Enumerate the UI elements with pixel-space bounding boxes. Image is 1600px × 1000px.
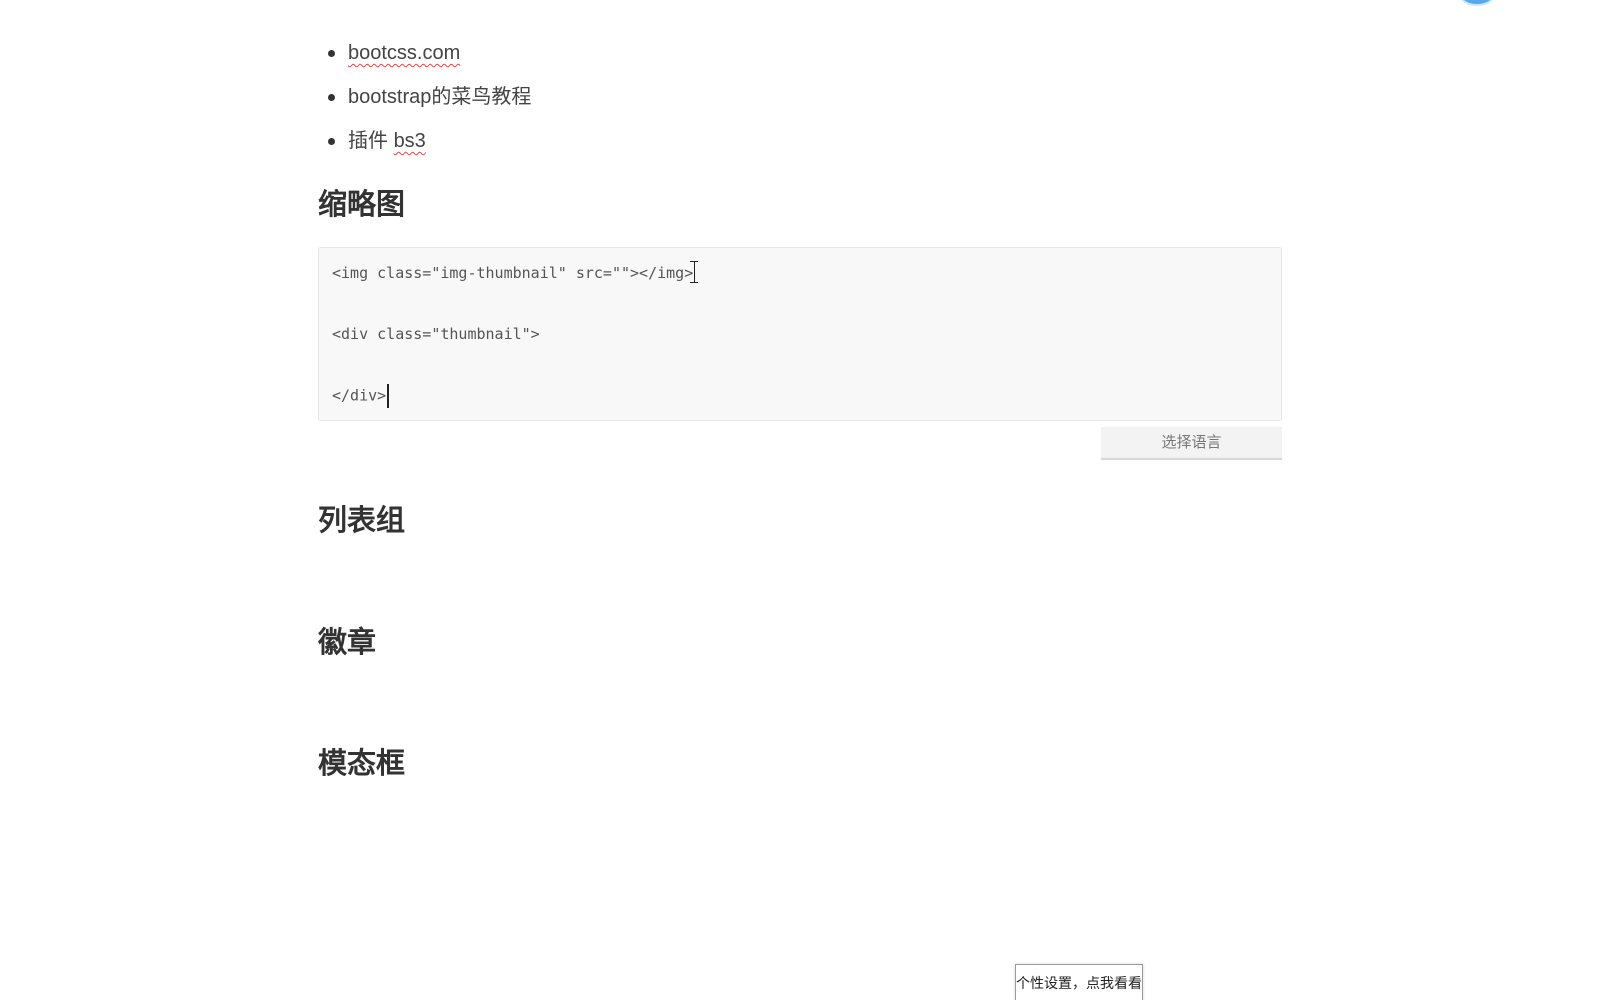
code-line[interactable]: <img class="img-thumbnail" src=""></img> xyxy=(332,262,1268,323)
bullet-icon xyxy=(328,138,335,145)
list-item: bootcss.com xyxy=(318,34,531,78)
text-caret xyxy=(387,384,389,408)
bullet-icon xyxy=(328,50,335,57)
code-line-text: </div> xyxy=(332,386,387,405)
personal-settings-button[interactable]: 个性设置，点我看看 xyxy=(1015,964,1143,1000)
ibeam-cursor-icon xyxy=(690,261,698,283)
floating-avatar-icon[interactable] xyxy=(1460,0,1494,6)
code-line[interactable]: <div class="thumbnail"> xyxy=(332,323,1268,384)
bullet-icon xyxy=(328,94,335,101)
list-item-prefix: 插件 xyxy=(348,130,394,152)
heading-modal: 模态框 xyxy=(318,748,406,780)
code-block-editor[interactable]: <img class="img-thumbnail" src=""></img>… xyxy=(318,247,1282,421)
code-line-text: <img class="img-thumbnail" src=""></img> xyxy=(332,264,703,282)
code-line-text: <div class="thumbnail"> xyxy=(332,325,540,343)
heading-thumbnail: 缩略图 xyxy=(318,189,406,221)
link-bootcss[interactable]: bootcss.com xyxy=(348,42,460,64)
list-item: 插件 bs3 xyxy=(318,122,531,166)
resource-link-list: bootcss.com bootstrap的菜鸟教程 插件 bs3 xyxy=(318,34,531,166)
list-item: bootstrap的菜鸟教程 xyxy=(318,78,531,122)
language-select-button[interactable]: 选择语言 xyxy=(1101,427,1282,460)
heading-badge: 徽章 xyxy=(318,627,377,659)
heading-list-group: 列表组 xyxy=(318,505,406,537)
editor-page: bootcss.com bootstrap的菜鸟教程 插件 bs3 缩略图 <i… xyxy=(0,0,1600,1000)
link-bs3-plugin[interactable]: bs3 xyxy=(394,130,426,152)
link-runoob-bootstrap[interactable]: bootstrap的菜鸟教程 xyxy=(348,86,531,108)
